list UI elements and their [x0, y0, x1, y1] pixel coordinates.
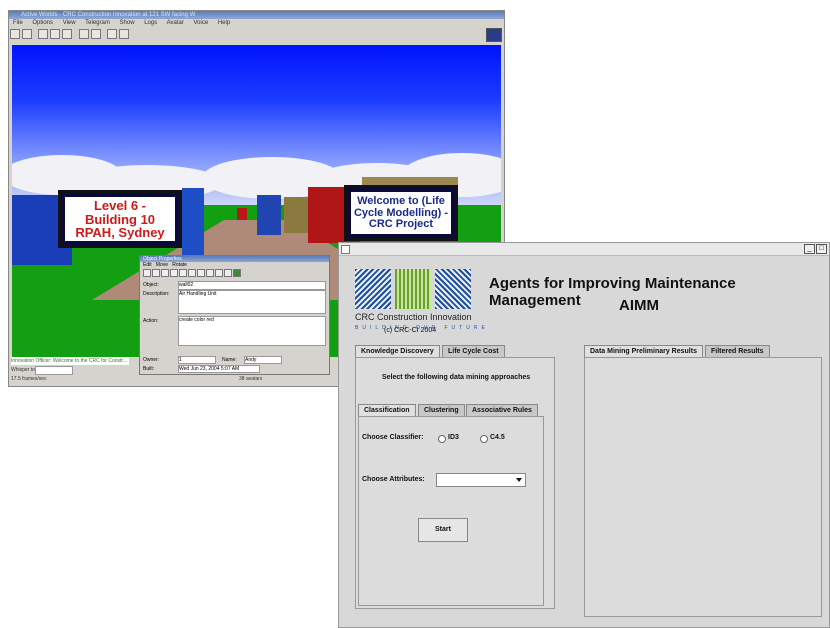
sign-right[interactable]: Welcome to (Life Cycle Modelling) - CRC … — [344, 185, 458, 241]
menu-file[interactable]: File — [13, 20, 23, 26]
sign-right-line1: Welcome to (Life — [357, 195, 445, 207]
menu-move[interactable]: Move — [156, 262, 168, 268]
logo-block-blue — [355, 269, 391, 309]
whisper-label: Whisper to: — [11, 367, 37, 373]
menu-show[interactable]: Show — [120, 20, 135, 26]
tab-clustering[interactable]: Clustering — [418, 404, 465, 416]
move-up-icon[interactable] — [188, 269, 196, 277]
java-app-icon — [341, 245, 350, 254]
copyright-text: (c) CRC-CI 2004 — [384, 327, 437, 334]
ok-icon[interactable] — [233, 269, 241, 277]
tab-associative-rules[interactable]: Associative Rules — [466, 404, 538, 416]
world-menu-bar: File Options View Telegram Show Logs Ava… — [9, 19, 504, 27]
snap-icon[interactable] — [224, 269, 232, 277]
menu-rotate[interactable]: Rotate — [172, 262, 187, 268]
description-field[interactable]: Air Handling Unit — [178, 290, 326, 314]
knowledge-discovery-panel: Select the following data mining approac… — [355, 357, 555, 609]
action-field[interactable]: create color red — [178, 316, 326, 346]
save-icon[interactable] — [143, 269, 151, 277]
start-button[interactable]: Start — [418, 518, 468, 542]
results-panel — [584, 357, 822, 617]
menu-voice[interactable]: Voice — [193, 20, 208, 26]
menu-telegram[interactable]: Telegram — [85, 20, 110, 26]
tab-life-cycle-cost[interactable]: Life Cycle Cost — [442, 345, 505, 357]
duplicate-icon[interactable] — [161, 269, 169, 277]
building — [257, 195, 281, 235]
building — [182, 188, 204, 258]
avatars-status: 38 avatars — [239, 376, 263, 382]
classification-panel — [358, 416, 544, 606]
object-field[interactable]: wall02 — [178, 281, 326, 290]
aimm-titlebar: _ □ — [339, 243, 829, 256]
world-icon[interactable] — [119, 29, 130, 39]
crc-logo: CRC Construction Innovation BUILDING OUR… — [355, 269, 485, 333]
chevron-down-icon — [516, 478, 522, 482]
logo-title: CRC Construction Innovation — [355, 312, 472, 322]
tab-data-mining-preliminary-results[interactable]: Data Mining Preliminary Results — [584, 345, 703, 357]
sign-left-line1: Level 6 - — [93, 198, 147, 213]
home-icon[interactable] — [38, 29, 49, 39]
sign-left[interactable]: Level 6 - Building 10 RPAH, Sydney — [58, 190, 182, 248]
building — [284, 197, 308, 233]
description-label: Description: — [143, 291, 170, 297]
build-icon[interactable] — [78, 29, 89, 39]
radio-id3-label: ID3 — [448, 434, 459, 441]
tab-knowledge-discovery[interactable]: Knowledge Discovery — [355, 345, 440, 357]
sign-right-line3: CRC Project — [368, 218, 434, 231]
forward-icon[interactable] — [22, 29, 32, 39]
menu-edit[interactable]: Edit — [143, 262, 152, 268]
move-right-icon[interactable] — [179, 269, 187, 277]
teleport-icon[interactable] — [50, 29, 61, 39]
tilt-icon[interactable] — [215, 269, 223, 277]
sound-icon[interactable] — [107, 29, 118, 39]
chat-line: Innovation Officer: Welcome to the CRC f… — [11, 357, 129, 365]
menu-options[interactable]: Options — [32, 20, 53, 26]
minimize-button[interactable]: _ — [804, 244, 815, 254]
maximize-button[interactable]: □ — [816, 244, 827, 254]
attributes-dropdown[interactable] — [436, 473, 526, 487]
menu-help[interactable]: Help — [218, 20, 230, 26]
radio-c45[interactable] — [480, 435, 488, 443]
delete-icon[interactable] — [152, 269, 160, 277]
aw-logo-icon — [486, 28, 502, 42]
camera-icon[interactable] — [62, 29, 73, 39]
building — [237, 208, 247, 220]
choose-attributes-label: Choose Attributes: — [362, 476, 425, 483]
menu-view[interactable]: View — [63, 20, 76, 26]
menu-avatar[interactable]: Avatar — [167, 20, 184, 26]
action-label: Action: — [143, 318, 159, 324]
sign-left-line2: Building 10 — [84, 211, 156, 227]
aimm-window: _ □ CRC Construction Innovation BUILDING… — [338, 242, 830, 628]
logo-block-blue-2 — [435, 269, 471, 309]
whisper-input[interactable] — [35, 366, 73, 375]
menu-logs[interactable]: Logs — [144, 20, 157, 26]
world-toolbar — [9, 27, 504, 42]
radio-id3[interactable] — [438, 435, 446, 443]
move-down-icon[interactable] — [197, 269, 205, 277]
fps-status: 17.5 frames/sec — [11, 376, 47, 382]
rotate-icon[interactable] — [206, 269, 214, 277]
object-properties-toolbar — [140, 268, 329, 280]
choose-classifier-label: Choose Classifier: — [362, 434, 424, 441]
move-left-icon[interactable] — [170, 269, 178, 277]
app-heading: Agents for Improving Maintenance Managem… — [489, 275, 736, 309]
tab-classification[interactable]: Classification — [358, 404, 416, 416]
tab-filtered-results[interactable]: Filtered Results — [705, 345, 770, 357]
object-label: Object: — [143, 282, 159, 288]
back-icon[interactable] — [10, 29, 20, 39]
app-heading-acronym: AIMM — [619, 297, 659, 314]
tools-icon[interactable] — [90, 29, 101, 39]
world-window-title: Active Worlds - CRC Construction Innovat… — [9, 11, 504, 19]
instructions-text: Select the following data mining approac… — [382, 374, 531, 381]
radio-c45-label: C4.5 — [490, 434, 505, 441]
logo-block-green — [395, 269, 431, 309]
sign-left-line3: RPAH, Sydney — [75, 225, 165, 241]
